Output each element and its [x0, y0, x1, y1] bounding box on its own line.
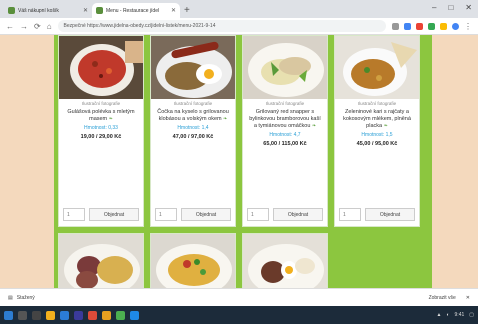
eggs-dumplings-icon: [243, 234, 327, 288]
clock[interactable]: 9:41: [455, 312, 465, 318]
forward-button[interactable]: →: [20, 22, 28, 31]
address-bar-row: ← → ⟳ ⌂ Bezpečné https://www.jidelna-obe…: [0, 18, 478, 35]
browser-tab-cart[interactable]: Váš nákupní košík ✕: [4, 3, 92, 18]
task-view-icon[interactable]: [32, 310, 41, 320]
downloaded-file[interactable]: Stažený: [17, 295, 35, 301]
start-icon[interactable]: [4, 310, 13, 320]
order-row: Objednat: [247, 208, 323, 221]
dish-price: 65,00 / 115,00 Kč: [263, 141, 307, 147]
order-button[interactable]: Objednat: [89, 208, 139, 221]
dish-name: Zeleninové kari s rajčaty a kokosovým ml…: [343, 109, 411, 129]
extension-icons: ⋮: [392, 22, 472, 31]
site-favicon-icon: [8, 7, 15, 14]
menu-item-card: Ilustrační fotografie Čočka na kyselo s …: [150, 35, 236, 227]
search-icon[interactable]: [18, 310, 27, 320]
dish-weight: Hmotnost: 1,5: [361, 132, 393, 138]
dish-price: 19,00 / 29,00 Kč: [80, 134, 122, 140]
app-icon[interactable]: [88, 310, 97, 320]
site-favicon-icon: [96, 7, 103, 14]
show-all-downloads-link[interactable]: Zobrazit vše: [429, 295, 456, 301]
reload-button[interactable]: ⟳: [34, 22, 41, 31]
pasta-salad-icon: [151, 234, 235, 288]
home-button[interactable]: ⌂: [47, 22, 52, 31]
network-icon[interactable]: ▲: [437, 312, 442, 318]
notifications-icon[interactable]: ▢: [469, 312, 474, 318]
extension-icon[interactable]: [416, 22, 423, 30]
lentils-sausage-egg-icon: [151, 36, 235, 99]
file-explorer-icon[interactable]: [46, 310, 55, 320]
word-icon[interactable]: [130, 310, 139, 320]
back-button[interactable]: ←: [6, 22, 14, 31]
fish-puree-icon: [243, 36, 327, 99]
new-tab-button[interactable]: +: [184, 5, 190, 16]
curry-flatbread-icon: [335, 36, 419, 99]
order-row: Objednat: [155, 208, 231, 221]
order-button[interactable]: Objednat: [365, 208, 415, 221]
tab-close-icon[interactable]: ✕: [171, 7, 176, 14]
extension-icon[interactable]: [440, 22, 447, 30]
dish-price: 45,00 / 95,00 Kč: [356, 141, 398, 147]
chrome-icon[interactable]: [116, 310, 125, 320]
minimize-button[interactable]: –: [432, 3, 436, 12]
quantity-input[interactable]: [339, 208, 361, 221]
app-icon[interactable]: [102, 310, 111, 320]
profile-avatar[interactable]: [452, 22, 459, 30]
browser-tab-bar: Váš nákupní košík ✕ Menu - Restaurace jí…: [0, 0, 478, 18]
extension-icon[interactable]: [428, 22, 435, 30]
menu-item-card: Ilustrační fotografie Zeleninové kari s …: [334, 35, 420, 227]
system-tray: ▲ ◐ 9:41 ▢: [437, 312, 474, 318]
close-window-button[interactable]: ✕: [465, 3, 472, 12]
os-taskbar: ▲ ◐ 9:41 ▢: [0, 306, 478, 324]
extension-icon[interactable]: [404, 22, 411, 30]
mail-icon[interactable]: [60, 310, 69, 320]
soup-icon: [59, 36, 143, 99]
menu-item-card: [150, 233, 236, 288]
dish-weight: Hmotnost: 1,4: [177, 125, 209, 131]
menu-item-card: [58, 233, 144, 288]
menu-grid: Ilustrační fotografie Gulášová polévka s…: [54, 35, 432, 288]
order-button[interactable]: Objednat: [181, 208, 231, 221]
order-button[interactable]: Objednat: [273, 208, 323, 221]
url-field[interactable]: Bezpečné https://www.jidelna-obedy.cz/ji…: [57, 20, 386, 32]
dish-name: Gulášová polévka s mletým masem ❧: [67, 109, 135, 122]
close-download-bar-button[interactable]: ✕: [466, 295, 470, 301]
leaf-icon: ❧: [108, 116, 113, 122]
dish-name: Čočka na kyselo s grilovanou klobásou a …: [157, 109, 229, 122]
sausage-pasta-icon: [59, 234, 143, 288]
leaf-icon: ❧: [383, 123, 388, 129]
leaf-icon: ❧: [311, 123, 317, 129]
menu-item-card: Ilustrační fotografie Gulášová polévka s…: [58, 35, 144, 227]
quantity-input[interactable]: [247, 208, 269, 221]
download-file-icon: ▤: [8, 294, 13, 301]
order-row: Objednat: [339, 208, 415, 221]
tab-close-icon[interactable]: ✕: [83, 7, 88, 14]
leaf-icon: ❧: [223, 116, 228, 122]
quantity-input[interactable]: [63, 208, 85, 221]
tab-title: Váš nákupní košík: [18, 7, 59, 14]
menu-item-card: Ilustrační fotografie Grilovaný red snap…: [242, 35, 328, 227]
tab-title: Menu - Restaurace jídel: [106, 7, 160, 14]
page-content: Ilustrační fotografie Gulášová polévka s…: [0, 35, 478, 288]
order-row: Objednat: [63, 208, 139, 221]
menu-kebab-icon[interactable]: ⋮: [464, 22, 472, 31]
download-bar: ▤ Stažený Zobrazit vše ✕: [0, 288, 478, 306]
dish-price: 47,00 / 97,00 Kč: [172, 134, 214, 140]
dish-name: Grilovaný red snapper s bylinkovou bramb…: [249, 109, 321, 129]
quantity-input[interactable]: [155, 208, 177, 221]
window-controls: – □ ✕: [432, 3, 472, 12]
dish-weight: Hmotnost: 4,7: [269, 132, 301, 138]
star-icon[interactable]: [392, 22, 399, 30]
dish-weight: Hmotnost: 0,33: [84, 125, 118, 131]
store-icon[interactable]: [74, 310, 83, 320]
maximize-button[interactable]: □: [448, 3, 453, 12]
menu-item-card: [242, 233, 328, 288]
volume-icon[interactable]: ◐: [447, 312, 450, 318]
browser-tab-menu[interactable]: Menu - Restaurace jídel ✕: [92, 3, 180, 18]
